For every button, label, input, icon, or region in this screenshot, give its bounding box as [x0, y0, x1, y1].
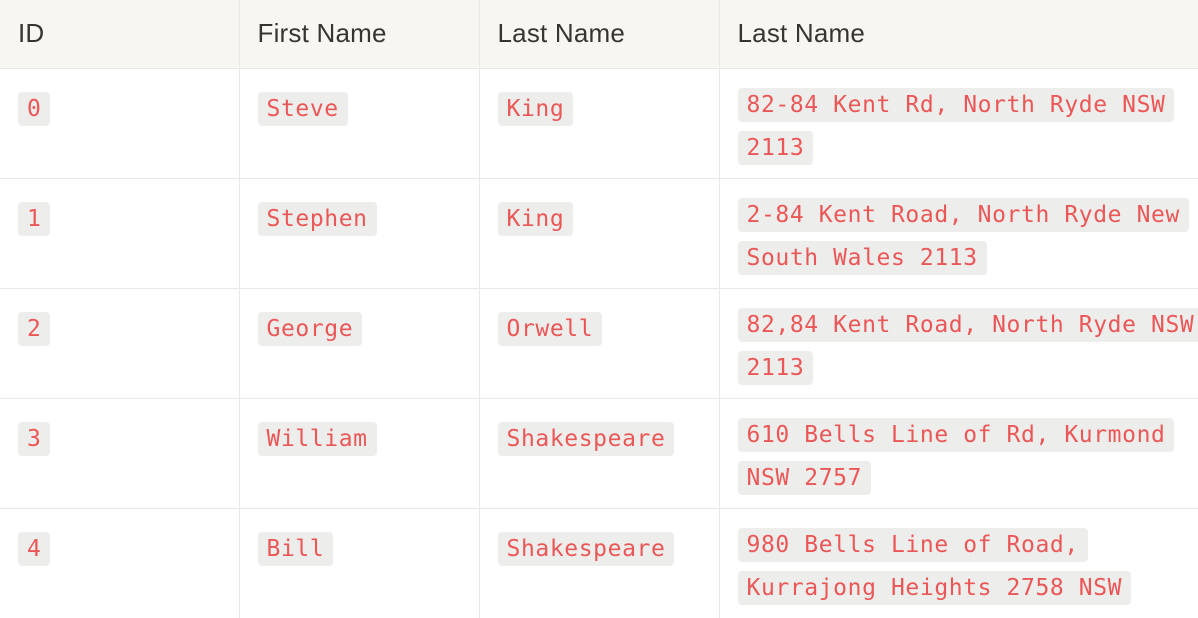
address-value: 980 Bells Line of Road, Kurrajong Height… [738, 528, 1132, 605]
address-value: 2-84 Kent Road, North Ryde New South Wal… [738, 198, 1189, 275]
id-value: 1 [18, 202, 50, 236]
last-name-value: King [498, 202, 574, 236]
cell-first-name[interactable]: George [239, 288, 479, 398]
address-value: 610 Bells Line of Rd, Kurmond NSW 2757 [738, 418, 1175, 495]
header-row: ID First Name Last Name Last Name [0, 0, 1198, 68]
id-value: 3 [18, 422, 50, 456]
cell-last-name[interactable]: King [479, 68, 719, 178]
column-header-id[interactable]: ID [0, 0, 239, 68]
address-value: 82,84 Kent Road, North Ryde NSW 2113 [738, 308, 1198, 385]
cell-address[interactable]: 2-84 Kent Road, North Ryde New South Wal… [719, 178, 1198, 288]
cell-address[interactable]: 980 Bells Line of Road, Kurrajong Height… [719, 508, 1198, 618]
cell-id[interactable]: 0 [0, 68, 239, 178]
table-row: 2 George Orwell 82,84 Kent Road, North R… [0, 288, 1198, 398]
data-table: ID First Name Last Name Last Name 0 Stev… [0, 0, 1198, 618]
id-value: 4 [18, 532, 50, 566]
cell-id[interactable]: 4 [0, 508, 239, 618]
last-name-value: Shakespeare [498, 532, 675, 566]
first-name-value: Steve [258, 92, 348, 126]
table-row: 0 Steve King 82-84 Kent Rd, North Ryde N… [0, 68, 1198, 178]
cell-id[interactable]: 3 [0, 398, 239, 508]
last-name-value: Orwell [498, 312, 603, 346]
first-name-value: Bill [258, 532, 334, 566]
table-row: 3 William Shakespeare 610 Bells Line of … [0, 398, 1198, 508]
cell-address[interactable]: 610 Bells Line of Rd, Kurmond NSW 2757 [719, 398, 1198, 508]
column-header-last-name[interactable]: Last Name [479, 0, 719, 68]
first-name-value: George [258, 312, 363, 346]
cell-last-name[interactable]: Orwell [479, 288, 719, 398]
last-name-value: Shakespeare [498, 422, 675, 456]
table-body: 0 Steve King 82-84 Kent Rd, North Ryde N… [0, 68, 1198, 618]
id-value: 0 [18, 92, 50, 126]
cell-id[interactable]: 2 [0, 288, 239, 398]
table-header: ID First Name Last Name Last Name [0, 0, 1198, 68]
column-header-first-name[interactable]: First Name [239, 0, 479, 68]
last-name-value: King [498, 92, 574, 126]
cell-first-name[interactable]: Bill [239, 508, 479, 618]
cell-address[interactable]: 82-84 Kent Rd, North Ryde NSW 2113 [719, 68, 1198, 178]
table-row: 4 Bill Shakespeare 980 Bells Line of Roa… [0, 508, 1198, 618]
cell-address[interactable]: 82,84 Kent Road, North Ryde NSW 2113 [719, 288, 1198, 398]
first-name-value: Stephen [258, 202, 377, 236]
address-value: 82-84 Kent Rd, North Ryde NSW 2113 [738, 88, 1175, 165]
cell-last-name[interactable]: King [479, 178, 719, 288]
cell-first-name[interactable]: Stephen [239, 178, 479, 288]
cell-last-name[interactable]: Shakespeare [479, 398, 719, 508]
id-value: 2 [18, 312, 50, 346]
table-row: 1 Stephen King 2-84 Kent Road, North Ryd… [0, 178, 1198, 288]
column-header-address[interactable]: Last Name [719, 0, 1198, 68]
cell-first-name[interactable]: William [239, 398, 479, 508]
cell-id[interactable]: 1 [0, 178, 239, 288]
first-name-value: William [258, 422, 377, 456]
cell-last-name[interactable]: Shakespeare [479, 508, 719, 618]
cell-first-name[interactable]: Steve [239, 68, 479, 178]
